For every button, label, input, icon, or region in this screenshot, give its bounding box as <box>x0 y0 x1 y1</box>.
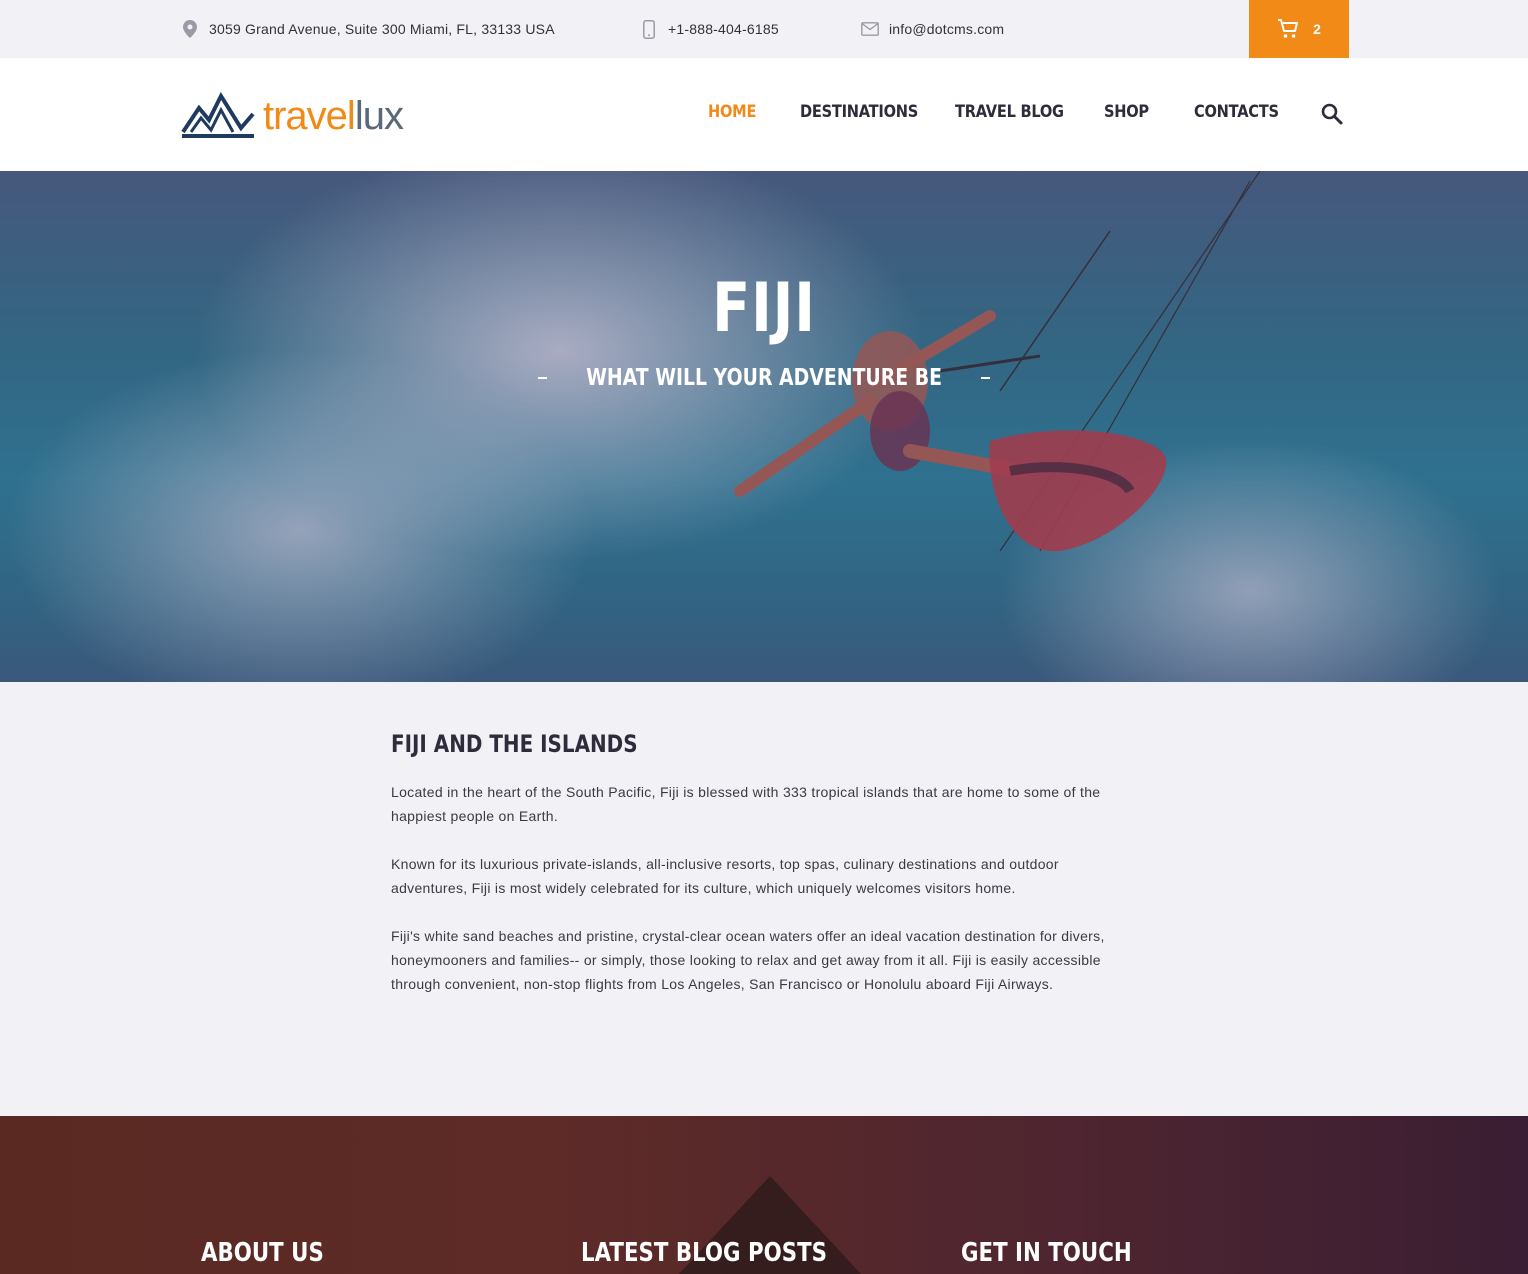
content-heading: FIJI AND THE ISLANDS <box>391 730 638 758</box>
hero-subtitle: WHAT WILL YOUR ADVENTURE BE <box>586 365 942 391</box>
envelope-icon <box>861 20 879 38</box>
phone-item[interactable]: +1-888-404-6185 <box>640 0 779 58</box>
shopping-cart-icon <box>1278 19 1299 38</box>
footer-contact-heading: GET IN TOUCH <box>961 1238 1132 1268</box>
top-bar: 3059 Grand Avenue, Suite 300 Miami, FL, … <box>0 0 1528 58</box>
map-pin-icon <box>181 20 199 38</box>
address-text: 3059 Grand Avenue, Suite 300 Miami, FL, … <box>209 21 555 37</box>
divider-line-right <box>981 377 990 379</box>
email-text[interactable]: info@dotcms.com <box>889 21 1004 37</box>
hero-subtitle-row: WHAT WILL YOUR ADVENTURE BE <box>538 363 990 393</box>
nav-home[interactable]: HOME <box>708 102 756 122</box>
content-paragraph: Known for its luxurious private-islands,… <box>391 856 1059 896</box>
content-paragraph: Fiji's white sand beaches and pristine, … <box>391 928 1105 992</box>
logo-text-travel: travel <box>263 94 356 138</box>
divider-line-left <box>538 377 547 379</box>
email-item[interactable]: info@dotcms.com <box>861 0 1004 58</box>
footer-about-heading: ABOUT US <box>201 1238 324 1268</box>
cart-count: 2 <box>1313 21 1321 37</box>
nav-shop[interactable]: SHOP <box>1104 102 1149 122</box>
nav-destinations[interactable]: DESTINATIONS <box>800 102 918 122</box>
footer-blog-heading: LATEST BLOG POSTS <box>581 1238 827 1268</box>
phone-text[interactable]: +1-888-404-6185 <box>668 21 779 37</box>
logo-text-lux: lux <box>354 94 404 138</box>
site-logo[interactable]: travellux <box>181 91 404 141</box>
site-header: travellux HOME DESTINATIONS TRAVEL BLOG … <box>0 58 1528 171</box>
nav-travel-blog[interactable]: TRAVEL BLOG <box>955 102 1064 122</box>
address-item: 3059 Grand Avenue, Suite 300 Miami, FL, … <box>181 0 555 58</box>
mobile-phone-icon <box>640 19 658 39</box>
logo-text: travellux <box>263 94 404 138</box>
mountains-logo-icon <box>181 92 255 138</box>
hero-overlay <box>0 171 1528 682</box>
search-icon[interactable] <box>1320 102 1344 126</box>
main-content: FIJI AND THE ISLANDS Located in the hear… <box>391 730 1136 1020</box>
hero-banner: FIJI WHAT WILL YOUR ADVENTURE BE <box>0 171 1528 682</box>
content-paragraph: Located in the heart of the South Pacifi… <box>391 784 1101 824</box>
hero-title: FIJI <box>712 269 816 348</box>
site-footer: ABOUT US LATEST BLOG POSTS GET IN TOUCH <box>0 1116 1528 1274</box>
cart-button[interactable]: 2 <box>1249 0 1349 58</box>
nav-contacts[interactable]: CONTACTS <box>1194 102 1279 122</box>
